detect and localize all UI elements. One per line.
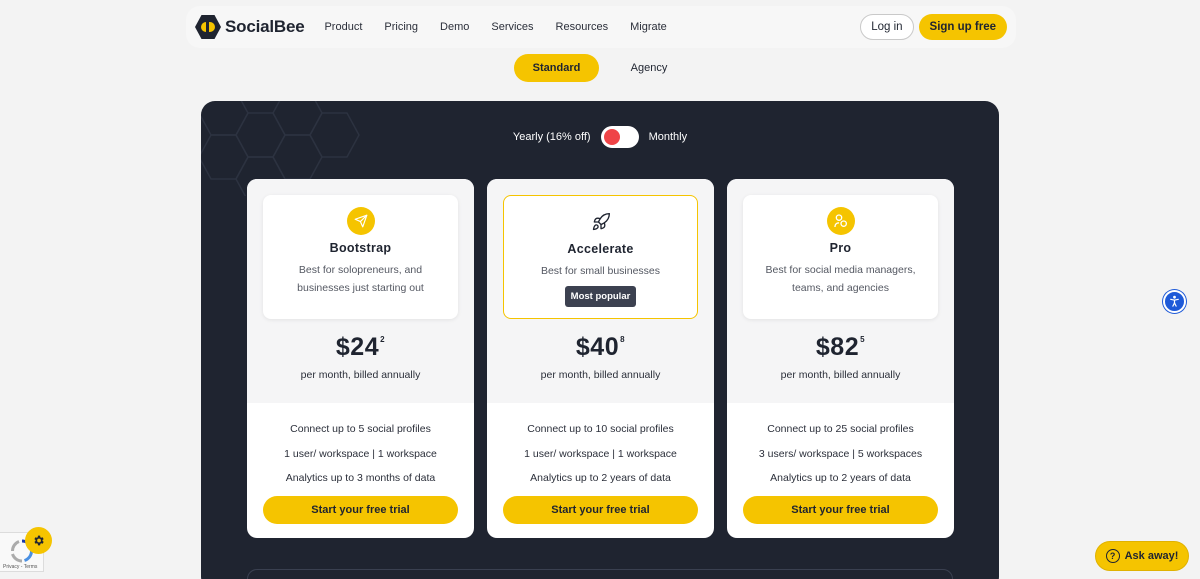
feature-list: Connect up to 10 social profiles 1 user/… [487, 403, 714, 491]
feature-item: 1 user/ workspace | 1 workspace [284, 447, 437, 460]
feature-item: 3 users/ workspace | 5 workspaces [758, 447, 923, 460]
plan-name: Pro [829, 241, 852, 255]
plan-type-toggle: Standard Agency [0, 54, 1200, 82]
gear-icon[interactable] [25, 527, 52, 554]
signup-button[interactable]: Sign up free [918, 14, 1007, 40]
plan-price: $825 [815, 333, 866, 361]
tab-agency[interactable]: Agency [612, 54, 686, 82]
ask-away-label: Ask away! [1124, 550, 1179, 562]
plan-description: Best for small businesses [540, 265, 661, 277]
nav-item-product[interactable]: Product [324, 21, 362, 33]
main-nav: Product Pricing Demo Services Resources … [324, 21, 688, 33]
accessibility-icon[interactable] [1163, 290, 1186, 313]
header-actions: Log in Sign up free [860, 14, 1007, 40]
nav-item-resources[interactable]: Resources [556, 21, 609, 33]
rocket-icon [587, 208, 615, 236]
price-note: per month, billed annually [300, 369, 421, 381]
start-trial-button-pro[interactable]: Start your free trial [743, 496, 938, 524]
feature-item: Analytics up to 2 years of data [530, 472, 671, 484]
nav-item-demo[interactable]: Demo [440, 21, 469, 33]
billing-toggle: Yearly (16% off) Monthly [201, 126, 999, 148]
start-trial-button-accelerate[interactable]: Start your free trial [503, 496, 698, 524]
recaptcha-text[interactable]: Privacy - Terms [3, 564, 37, 570]
plan-header: Accelerate Best for small businesses Mos… [503, 195, 698, 319]
feature-list: Connect up to 25 social profiles 3 users… [727, 403, 954, 491]
plan-name: Accelerate [567, 242, 634, 256]
tab-standard[interactable]: Standard [514, 54, 599, 82]
monthly-label[interactable]: Monthly [649, 131, 688, 143]
next-section-outline [247, 569, 953, 579]
feature-item: Analytics up to 2 years of data [770, 472, 911, 484]
logo[interactable]: SocialBee [195, 15, 305, 39]
plan-card-accelerate: Accelerate Best for small businesses Mos… [487, 179, 714, 538]
price-note: per month, billed annually [780, 369, 901, 381]
yearly-label[interactable]: Yearly (16% off) [513, 131, 591, 143]
switch-knob [603, 129, 620, 145]
nav-item-services[interactable]: Services [491, 21, 533, 33]
billing-switch[interactable] [600, 126, 639, 148]
feature-item: Connect up to 5 social profiles [290, 423, 431, 435]
users-icon [826, 207, 855, 235]
bee-logo-icon [195, 15, 221, 39]
plan-price: $408 [575, 333, 626, 361]
plan-card-pro: Pro Best for social media managers, team… [727, 179, 954, 538]
brand-name: SocialBee [225, 17, 305, 36]
feature-item: Analytics up to 3 months of data [285, 472, 436, 484]
login-button[interactable]: Log in [860, 14, 914, 40]
ask-away-button[interactable]: ? Ask away! [1095, 541, 1189, 571]
feature-list: Connect up to 5 social profiles 1 user/ … [247, 403, 474, 491]
plan-description: Best for solopreneurs, and businesses ju… [297, 264, 424, 294]
nav-item-migrate[interactable]: Migrate [630, 21, 667, 33]
start-trial-button-bootstrap[interactable]: Start your free trial [263, 496, 458, 524]
plan-name: Bootstrap [329, 241, 392, 255]
plan-description: Best for social media managers, teams, a… [765, 264, 916, 294]
site-header: SocialBee Product Pricing Demo Services … [186, 6, 1016, 48]
feature-item: 1 user/ workspace | 1 workspace [524, 447, 677, 460]
most-popular-badge: Most popular [564, 286, 637, 307]
feature-item: Connect up to 25 social profiles [767, 423, 914, 435]
question-icon: ? [1105, 549, 1120, 563]
nav-item-pricing[interactable]: Pricing [384, 21, 418, 33]
plan-header: Pro Best for social media managers, team… [743, 195, 938, 319]
plan-price: $242 [335, 333, 386, 361]
feature-item: Connect up to 10 social profiles [527, 423, 674, 435]
price-note: per month, billed annually [540, 369, 661, 381]
plan-card-bootstrap: Bootstrap Best for solopreneurs, and bus… [247, 179, 474, 538]
paper-plane-icon [346, 207, 375, 235]
plan-header: Bootstrap Best for solopreneurs, and bus… [263, 195, 458, 319]
